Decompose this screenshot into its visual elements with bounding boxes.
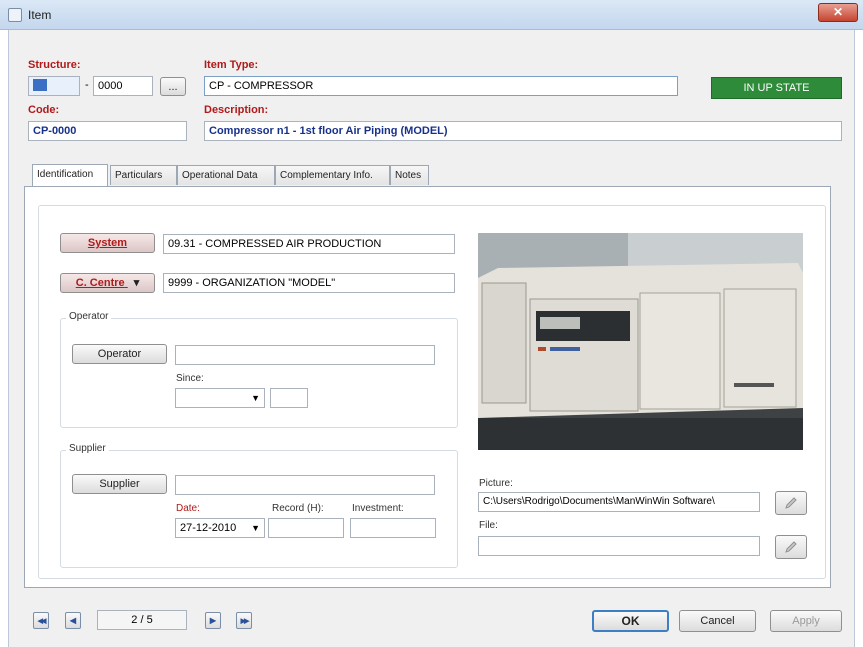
picture-browse-button[interactable]	[775, 491, 807, 515]
picture-label: Picture:	[479, 478, 513, 489]
supplier-button[interactable]: Supplier	[72, 474, 167, 494]
structure-level-field[interactable]	[28, 76, 80, 96]
since-label: Since:	[176, 373, 204, 384]
investment-field[interactable]	[350, 518, 436, 538]
file-path-field[interactable]	[478, 536, 760, 556]
operator-field[interactable]	[175, 345, 435, 365]
ccentre-field[interactable]: 9999 - ORGANIZATION "MODEL"	[163, 273, 455, 293]
next-record-button[interactable]: ▶	[205, 612, 221, 629]
window-title: Item	[28, 8, 52, 22]
tab-operational-data[interactable]: Operational Data	[177, 165, 275, 185]
tab-notes[interactable]: Notes	[390, 165, 429, 185]
cancel-button[interactable]: Cancel	[679, 610, 756, 632]
system-field[interactable]: 09.31 - COMPRESSED AIR PRODUCTION	[163, 234, 455, 254]
prev-record-button[interactable]: ◀	[65, 612, 81, 629]
last-record-icon: ▶▶	[240, 618, 250, 625]
operator-group	[60, 318, 458, 428]
file-label: File:	[479, 520, 498, 531]
structure-separator: -	[85, 79, 89, 91]
ok-button[interactable]: OK	[592, 610, 669, 632]
date-field[interactable]: 27-12-2010 ▼	[175, 518, 265, 538]
compressor-photo	[478, 233, 803, 450]
code-field[interactable]: CP-0000	[28, 121, 187, 141]
first-record-button[interactable]: ◀◀	[33, 612, 49, 629]
operator-group-title: Operator	[66, 311, 112, 322]
chevron-down-icon: ▾	[133, 277, 140, 289]
tab-identification[interactable]: Identification	[32, 164, 108, 186]
code-label: Code:	[28, 104, 60, 116]
item-picture	[478, 233, 803, 450]
record-label: Record (H):	[272, 503, 324, 514]
last-record-button[interactable]: ▶▶	[236, 612, 252, 629]
apply-button[interactable]: Apply	[770, 610, 842, 632]
close-button[interactable]: ✕	[818, 3, 858, 22]
picture-path-field[interactable]: C:\Users\Rodrigo\Documents\ManWinWin Sof…	[478, 492, 760, 512]
tab-complementary-info[interactable]: Complementary Info.	[275, 165, 390, 185]
item-window-icon	[8, 8, 22, 22]
since-date-field[interactable]: ▼	[175, 388, 265, 408]
ccentre-button-label: C. Centre	[75, 277, 125, 289]
structure-browse-button[interactable]: ...	[160, 77, 186, 96]
first-record-icon: ◀◀	[37, 618, 47, 625]
file-browse-button[interactable]	[775, 535, 807, 559]
item-type-field[interactable]: CP - COMPRESSOR	[204, 76, 678, 96]
record-position-indicator: 2 / 5	[97, 610, 187, 630]
structure-label: Structure:	[28, 59, 81, 71]
date-label: Date:	[176, 503, 200, 514]
pencil-icon	[785, 541, 797, 553]
operator-button[interactable]: Operator	[72, 344, 167, 364]
structure-code-field[interactable]: 0000	[93, 76, 153, 96]
investment-label: Investment:	[352, 503, 404, 514]
record-field[interactable]	[268, 518, 344, 538]
next-record-icon: ▶	[209, 616, 217, 625]
system-button[interactable]: System	[60, 233, 155, 253]
prev-record-icon: ◀	[69, 616, 77, 625]
structure-level-selection	[33, 79, 47, 92]
chevron-down-icon: ▼	[251, 393, 260, 403]
since-time-field[interactable]	[270, 388, 308, 408]
tab-particulars[interactable]: Particulars	[110, 165, 177, 185]
ccentre-button[interactable]: C. Centre ▾	[60, 273, 155, 293]
item-type-label: Item Type:	[204, 59, 259, 71]
chevron-down-icon: ▼	[251, 523, 260, 533]
title-bar: Item ✕	[0, 0, 863, 30]
status-badge: IN UP STATE	[711, 77, 842, 99]
close-icon: ✕	[832, 5, 844, 19]
description-label: Description:	[204, 104, 269, 116]
description-field[interactable]: Compressor n1 - 1st floor Air Piping (MO…	[204, 121, 842, 141]
supplier-field[interactable]	[175, 475, 435, 495]
supplier-group-title: Supplier	[66, 443, 109, 454]
pencil-icon	[785, 497, 797, 509]
